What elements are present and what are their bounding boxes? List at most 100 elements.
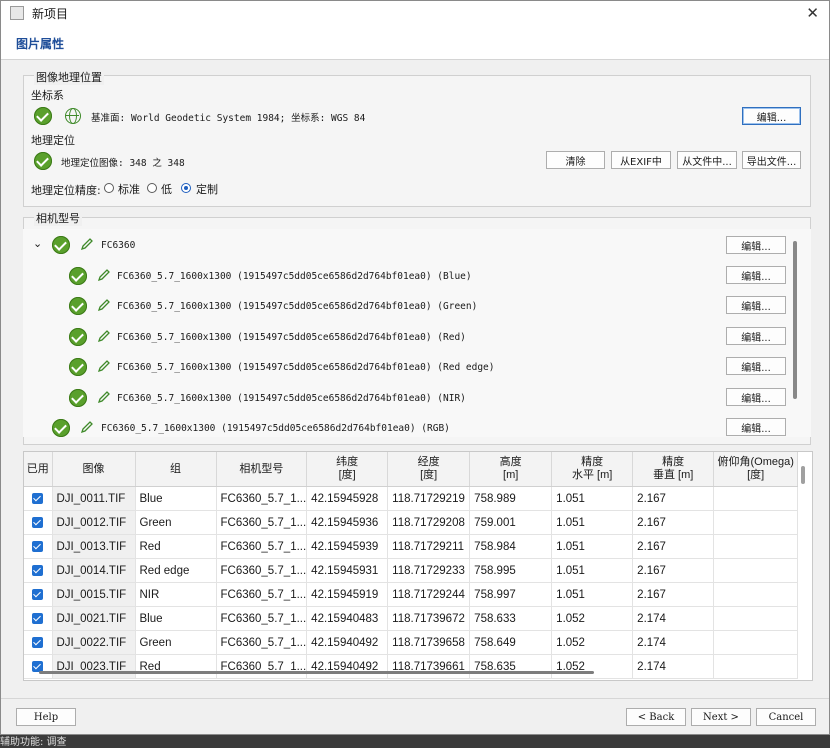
table-row[interactable]: DJI_0011.TIF Blue FC6360_5.7_1... 42.159459… [24, 486, 799, 511]
table-cell: 42.15945936 [306, 510, 389, 535]
used-checkbox[interactable] [32, 540, 44, 552]
grid-horizontal-scrollbar[interactable] [39, 671, 594, 674]
used-checkbox-cell[interactable] [24, 534, 53, 559]
from-file-button[interactable]: 从文件中... [677, 151, 737, 169]
accuracy-label: 地理定位精度: [31, 184, 101, 197]
column-header[interactable]: 图像 [52, 452, 136, 487]
used-checkbox-cell[interactable] [24, 654, 53, 679]
table-cell: 1.051 [551, 558, 634, 583]
column-header[interactable]: 相机型号 [216, 452, 308, 487]
help-button[interactable]: Help [16, 708, 76, 726]
back-button[interactable]: < Back [626, 708, 686, 726]
camera-root-label: FC6360 [101, 240, 136, 251]
table-row[interactable]: DJI_0013.TIF Red FC6360_5.7_1... 42.1594593… [24, 534, 799, 559]
table-cell [713, 606, 799, 631]
camera-band-edit-button[interactable]: 编辑... [726, 357, 786, 375]
camera-rgb-check-icon [52, 419, 70, 437]
table-header-row: 已用 图像组相机型号 纬度 [度] 经度 [度] 高度 [m] 精度 水平 [m] 精度 垂直 [m]… [24, 452, 799, 487]
table-cell: 42.15940492 [306, 630, 389, 655]
used-checkbox-cell[interactable] [24, 606, 53, 631]
accuracy-standard-label: 标准 [118, 183, 140, 196]
accuracy-custom-radio[interactable] [181, 183, 191, 193]
table-cell: 759.001 [469, 510, 553, 535]
used-checkbox[interactable] [32, 516, 44, 528]
taskbar-fragment: 辅助功能: 调查 [0, 737, 67, 748]
table-cell: Green [135, 630, 217, 655]
pencil-icon [97, 391, 110, 404]
accuracy-standard-radio[interactable] [104, 183, 114, 193]
table-cell: 2.167 [632, 582, 715, 607]
table-cell: DJI_0015.TIF [52, 582, 136, 607]
grid-scrollbar[interactable] [801, 466, 805, 484]
table-cell: 2.167 [632, 558, 715, 583]
table-row[interactable]: DJI_0015.TIF NIR FC6360_5.7_1... 42.1594591… [24, 582, 799, 607]
used-checkbox[interactable] [32, 564, 44, 576]
close-icon[interactable]: ✕ [806, 4, 819, 22]
table-cell: 758.633 [469, 606, 553, 631]
used-checkbox-cell[interactable] [24, 510, 53, 535]
table-cell: Red [135, 534, 217, 559]
camera-rgb-edit-button[interactable]: 编辑... [726, 418, 786, 436]
used-checkbox-cell[interactable] [24, 558, 53, 583]
globe-icon [65, 108, 81, 124]
table-cell: DJI_0022.TIF [52, 630, 136, 655]
camera-root-check-icon [52, 236, 70, 254]
next-button[interactable]: Next > [691, 708, 751, 726]
camera-band-edit-button[interactable]: 编辑... [726, 266, 786, 284]
table-cell: Red [135, 654, 217, 679]
table-row[interactable]: DJI_0022.TIF Green FC6360_5.7_1... 42.15940… [24, 630, 799, 655]
cancel-button[interactable]: Cancel [756, 708, 816, 726]
column-header[interactable]: 精度 水平 [m] [551, 452, 634, 487]
used-checkbox[interactable] [32, 492, 44, 504]
table-row[interactable]: DJI_0023.TIF Red FC6360_5.7_1... 42.1594049… [24, 654, 799, 679]
geo-group-label: 图像地理位置 [34, 69, 104, 85]
used-checkbox[interactable] [32, 612, 44, 624]
column-header[interactable]: 精度 垂直 [m] [632, 452, 715, 487]
column-header[interactable]: 高度 [m] [469, 452, 553, 487]
accuracy-low-radio[interactable] [147, 183, 157, 193]
used-checkbox-cell[interactable] [24, 582, 53, 607]
image-grid: 已用 图像组相机型号 纬度 [度] 经度 [度] 高度 [m] 精度 水平 [m] 精度 垂直 [m]… [24, 452, 799, 679]
used-checkbox[interactable] [32, 636, 44, 648]
export-file-button[interactable]: 导出文件... [742, 151, 801, 169]
table-cell: 42.15940483 [306, 606, 389, 631]
used-checkbox-cell[interactable] [24, 486, 53, 511]
band-red-edge-check-icon [69, 358, 87, 376]
camera-band-edit-button[interactable]: 编辑... [726, 327, 786, 345]
column-header[interactable]: 已用 [24, 452, 53, 487]
table-cell: DJI_0012.TIF [52, 510, 136, 535]
table-row[interactable]: DJI_0021.TIF Blue FC6360_5.7_1... 42.159404… [24, 606, 799, 631]
used-checkbox-cell[interactable] [24, 630, 53, 655]
table-cell: DJI_0013.TIF [52, 534, 136, 559]
crs-edit-button[interactable]: 编辑... [742, 107, 801, 125]
crs-label: 坐标系 [31, 89, 64, 102]
page-header [1, 25, 829, 60]
table-cell: 118.71739658 [387, 630, 471, 655]
table-row[interactable]: DJI_0012.TIF Green FC6360_5.7_1... 42.15945… [24, 510, 799, 535]
clear-button[interactable]: 清除 [546, 151, 605, 169]
column-header[interactable]: 纬度 [度] [306, 452, 389, 487]
chevron-down-icon[interactable]: ⌄ [33, 237, 42, 250]
band-red-check-icon [69, 328, 87, 346]
camera-band-edit-button[interactable]: 编辑... [726, 388, 786, 406]
table-cell: NIR [135, 582, 217, 607]
table-cell: 118.71739661 [387, 654, 471, 679]
table-cell: FC6360_5.7_1... [216, 582, 308, 607]
table-cell: 1.051 [551, 510, 634, 535]
table-cell: Blue [135, 606, 217, 631]
column-header[interactable]: 俯仰角(Omega) [度] [713, 452, 799, 487]
tree-scrollbar[interactable] [793, 241, 797, 399]
column-header[interactable]: 组 [135, 452, 217, 487]
geolocation-label: 地理定位 [31, 134, 75, 147]
table-row[interactable]: DJI_0014.TIF Red edge FC6360_5.7_1... 42.15… [24, 558, 799, 583]
column-header[interactable]: 经度 [度] [387, 452, 471, 487]
table-cell: Green [135, 510, 217, 535]
table-cell [713, 558, 799, 583]
from-exif-button[interactable]: 从EXIF中 [611, 151, 671, 169]
camera-root-edit-button[interactable]: 编辑... [726, 236, 786, 254]
table-cell: 42.15940492 [306, 654, 389, 679]
camera-rgb-label: FC6360_5.7_1600x1300 (1915497c5dd05ce658… [101, 423, 450, 434]
table-cell: FC6360_5.7_1... [216, 654, 308, 679]
used-checkbox[interactable] [32, 588, 44, 600]
camera-band-edit-button[interactable]: 编辑... [726, 296, 786, 314]
